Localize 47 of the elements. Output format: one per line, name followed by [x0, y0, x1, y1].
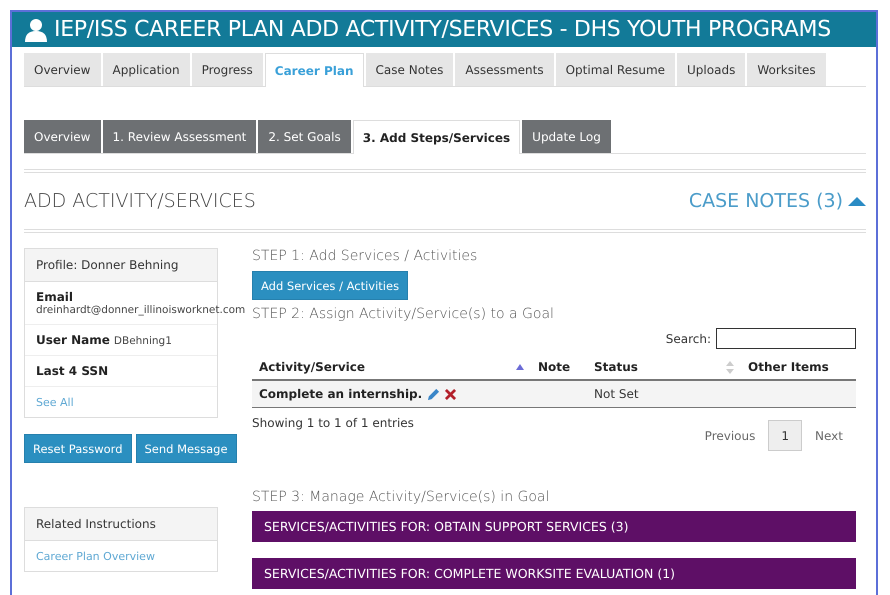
goal-group-header[interactable]: SERVICES/ACTIVITIES FOR: OBTAIN SUPPORT SERVICES (3): [252, 511, 856, 542]
action-button[interactable]: Reset Password: [24, 434, 132, 463]
tab[interactable]: Assessments: [455, 53, 554, 86]
tab[interactable]: Application: [102, 53, 190, 86]
delete-icon[interactable]: [445, 388, 456, 400]
action-button[interactable]: Send Message: [136, 434, 237, 463]
tab[interactable]: Case Notes: [366, 53, 454, 86]
step-tab[interactable]: 3. Add Steps/Services: [352, 120, 520, 154]
sort-icon[interactable]: [516, 364, 524, 370]
pagination-button[interactable]: Previous: [692, 420, 768, 451]
profile-title: Profile: Donner Behning: [25, 249, 217, 282]
step-tab[interactable]: Overview: [24, 120, 100, 153]
add-services-button[interactable]: Add Services / Activities: [252, 271, 408, 300]
column-header[interactable]: Activity/Service: [259, 360, 366, 374]
section-title: ADD ACTIVITY/SERVICES: [24, 190, 256, 212]
pagination-button[interactable]: 1: [768, 420, 802, 451]
field-value: DBehning1: [114, 335, 172, 347]
step-heading: STEP 1: Add Services / Activities: [252, 248, 478, 264]
pagination-button[interactable]: Next: [802, 420, 856, 451]
step-heading: STEP 3: Manage Activity/Service(s) in Goal: [252, 489, 550, 505]
field-label: User Name: [36, 333, 110, 347]
panel-title: Related Instructions: [25, 508, 217, 541]
step-heading: STEP 2: Assign Activity/Service(s) to a Goal: [252, 306, 555, 322]
activity-cell: Complete an internship.: [259, 387, 422, 401]
tab[interactable]: Worksites: [747, 53, 826, 86]
pencil-icon[interactable]: [427, 388, 440, 400]
column-header[interactable]: Status: [594, 360, 638, 374]
goal-group-header[interactable]: SERVICES/ACTIVITIES FOR: COMPLETE WORKSITE EVALUATION (1): [252, 558, 856, 589]
tab[interactable]: Overview: [24, 53, 100, 86]
field-value: dreinhardt@donner_illinoisworknet.com: [36, 304, 246, 316]
status-cell: Not Set: [594, 387, 639, 401]
tab[interactable]: Optimal Resume: [556, 53, 676, 86]
column-header[interactable]: Other Items: [748, 360, 829, 374]
search-field[interactable]: [716, 328, 856, 349]
field-label: Last 4 SSN: [36, 364, 108, 378]
step-tab[interactable]: Update Log: [522, 120, 611, 153]
page-title: IEP/ISS CAREER PLAN ADD ACTIVITY/SERVICES - DHS YOUTH PROGRAMS: [54, 17, 831, 42]
search-label: Search:: [666, 332, 711, 346]
step-tab[interactable]: 2. Set Goals: [258, 120, 351, 153]
caret-icon[interactable]: [848, 196, 866, 206]
entries-info: Showing 1 to 1 of 1 entries: [252, 416, 414, 430]
tab[interactable]: Progress: [192, 53, 263, 86]
column-header[interactable]: Note: [538, 360, 570, 374]
user-icon: [24, 18, 48, 42]
step-tab[interactable]: 1. Review Assessment: [102, 120, 256, 153]
field-label: Email: [36, 290, 74, 304]
tab[interactable]: Uploads: [677, 53, 746, 86]
